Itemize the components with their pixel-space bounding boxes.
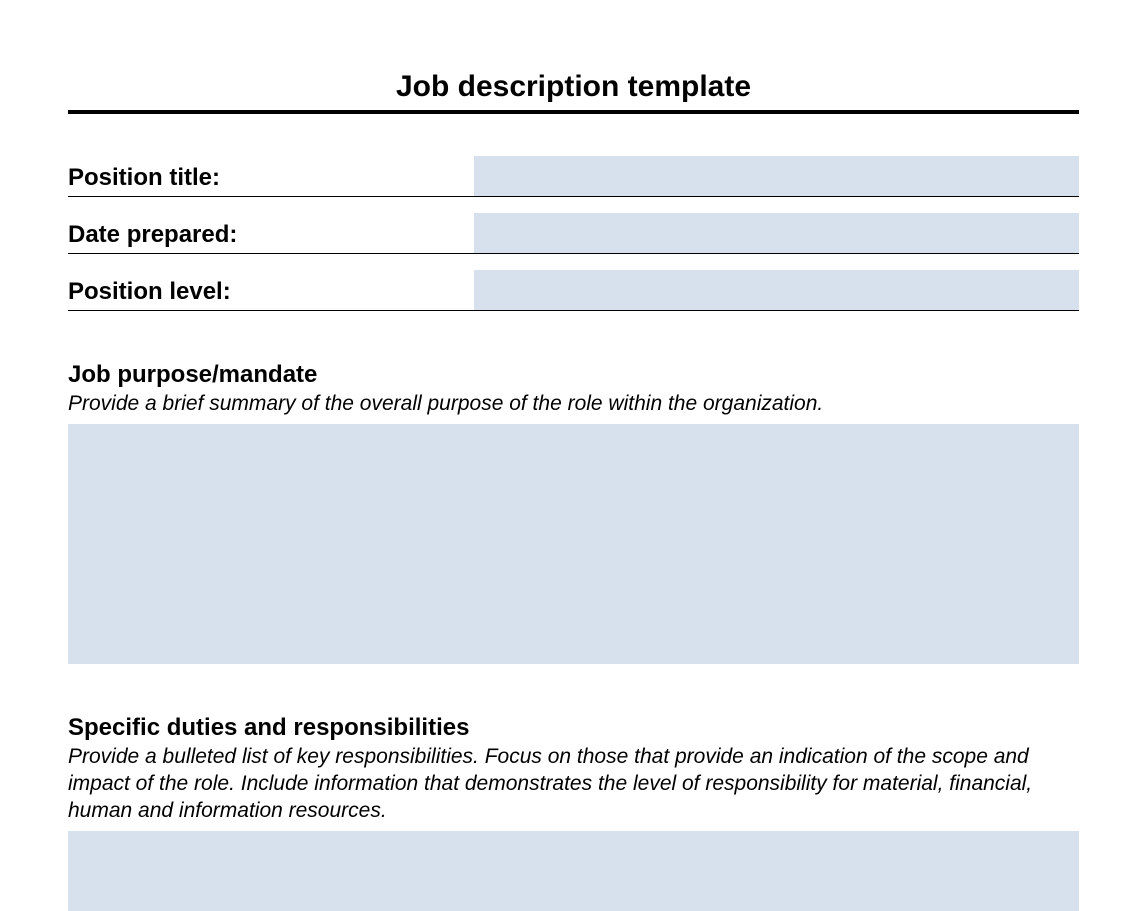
document-container: Job description template Position title:… [0,0,1147,911]
title-section: Job description template [68,70,1079,114]
duties-heading: Specific duties and responsibilities [68,714,1079,742]
duties-hint: Provide a bulleted list of key responsib… [68,744,1079,825]
position-level-input[interactable] [474,270,1079,310]
field-row-date-prepared: Date prepared: [68,213,1079,254]
field-row-position-title: Position title: [68,156,1079,197]
section-job-purpose: Job purpose/mandate Provide a brief summ… [68,361,1079,664]
date-prepared-input[interactable] [474,213,1079,253]
date-prepared-label: Date prepared: [68,221,474,253]
field-row-position-level: Position level: [68,270,1079,311]
position-title-input[interactable] [474,156,1079,196]
job-purpose-hint: Provide a brief summary of the overall p… [68,391,1079,418]
duties-textarea[interactable] [68,831,1079,911]
job-purpose-textarea[interactable] [68,424,1079,664]
page-title: Job description template [68,70,1079,104]
section-duties: Specific duties and responsibilities Pro… [68,714,1079,911]
position-title-label: Position title: [68,164,474,196]
job-purpose-heading: Job purpose/mandate [68,361,1079,389]
position-level-label: Position level: [68,278,474,310]
